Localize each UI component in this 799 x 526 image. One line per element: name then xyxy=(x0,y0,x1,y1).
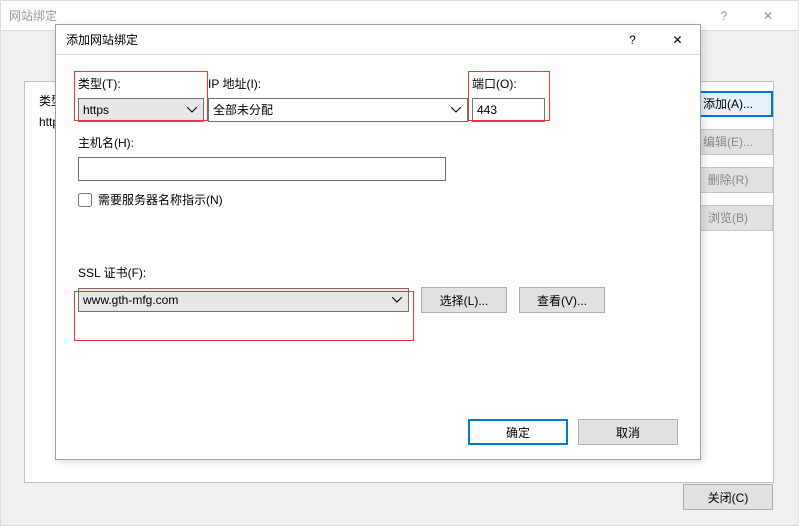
ip-select[interactable]: 全部未分配 xyxy=(208,98,468,122)
sni-label: 需要服务器名称指示(N) xyxy=(98,191,223,208)
hostname-field: 主机名(H): xyxy=(78,134,678,181)
port-label: 端口(O): xyxy=(472,75,545,92)
close-icon[interactable]: ✕ xyxy=(746,1,790,31)
parent-window-controls: ? ✕ xyxy=(702,1,790,31)
type-field: 类型(T): https xyxy=(78,75,204,122)
ip-field: IP 地址(I): 全部未分配 xyxy=(208,75,468,122)
dialog-button-row: 确定 取消 xyxy=(468,419,678,445)
close-button[interactable]: 关闭(C) xyxy=(683,484,773,510)
ssl-cert-select[interactable]: www.gth-mfg.com xyxy=(78,288,409,312)
child-titlebar: 添加网站绑定 ? ✕ xyxy=(56,25,700,55)
child-window-controls: ? ✕ xyxy=(610,25,700,55)
ssl-row: www.gth-mfg.com 选择(L)... 查看(V)... xyxy=(78,287,678,313)
ip-label: IP 地址(I): xyxy=(208,75,468,92)
help-icon[interactable]: ? xyxy=(610,25,655,55)
close-icon[interactable]: ✕ xyxy=(655,25,700,55)
sni-checkbox[interactable] xyxy=(78,193,92,207)
ssl-label: SSL 证书(F): xyxy=(78,264,678,281)
type-label: 类型(T): xyxy=(78,75,204,92)
port-field: 端口(O): xyxy=(472,75,545,122)
cancel-button[interactable]: 取消 xyxy=(578,419,678,445)
sni-checkbox-row: 需要服务器名称指示(N) xyxy=(78,191,678,208)
port-input[interactable] xyxy=(472,98,545,122)
type-select[interactable]: https xyxy=(78,98,204,122)
select-cert-button[interactable]: 选择(L)... xyxy=(421,287,507,313)
view-cert-button[interactable]: 查看(V)... xyxy=(519,287,605,313)
hostname-input[interactable] xyxy=(78,157,446,181)
child-title: 添加网站绑定 xyxy=(66,31,610,48)
ok-button[interactable]: 确定 xyxy=(468,419,568,445)
help-icon[interactable]: ? xyxy=(702,1,746,31)
hostname-label: 主机名(H): xyxy=(78,134,678,151)
add-binding-dialog: 添加网站绑定 ? ✕ 类型(T): https IP 地址(I): 全部未分配 … xyxy=(55,24,701,460)
row-type-ip-port: 类型(T): https IP 地址(I): 全部未分配 端口(O): xyxy=(78,75,678,122)
ssl-field: SSL 证书(F): www.gth-mfg.com 选择(L)... 查看(V… xyxy=(78,264,678,313)
parent-title: 网站绑定 xyxy=(9,7,702,24)
child-body: 类型(T): https IP 地址(I): 全部未分配 端口(O): 主机名(… xyxy=(56,55,700,459)
